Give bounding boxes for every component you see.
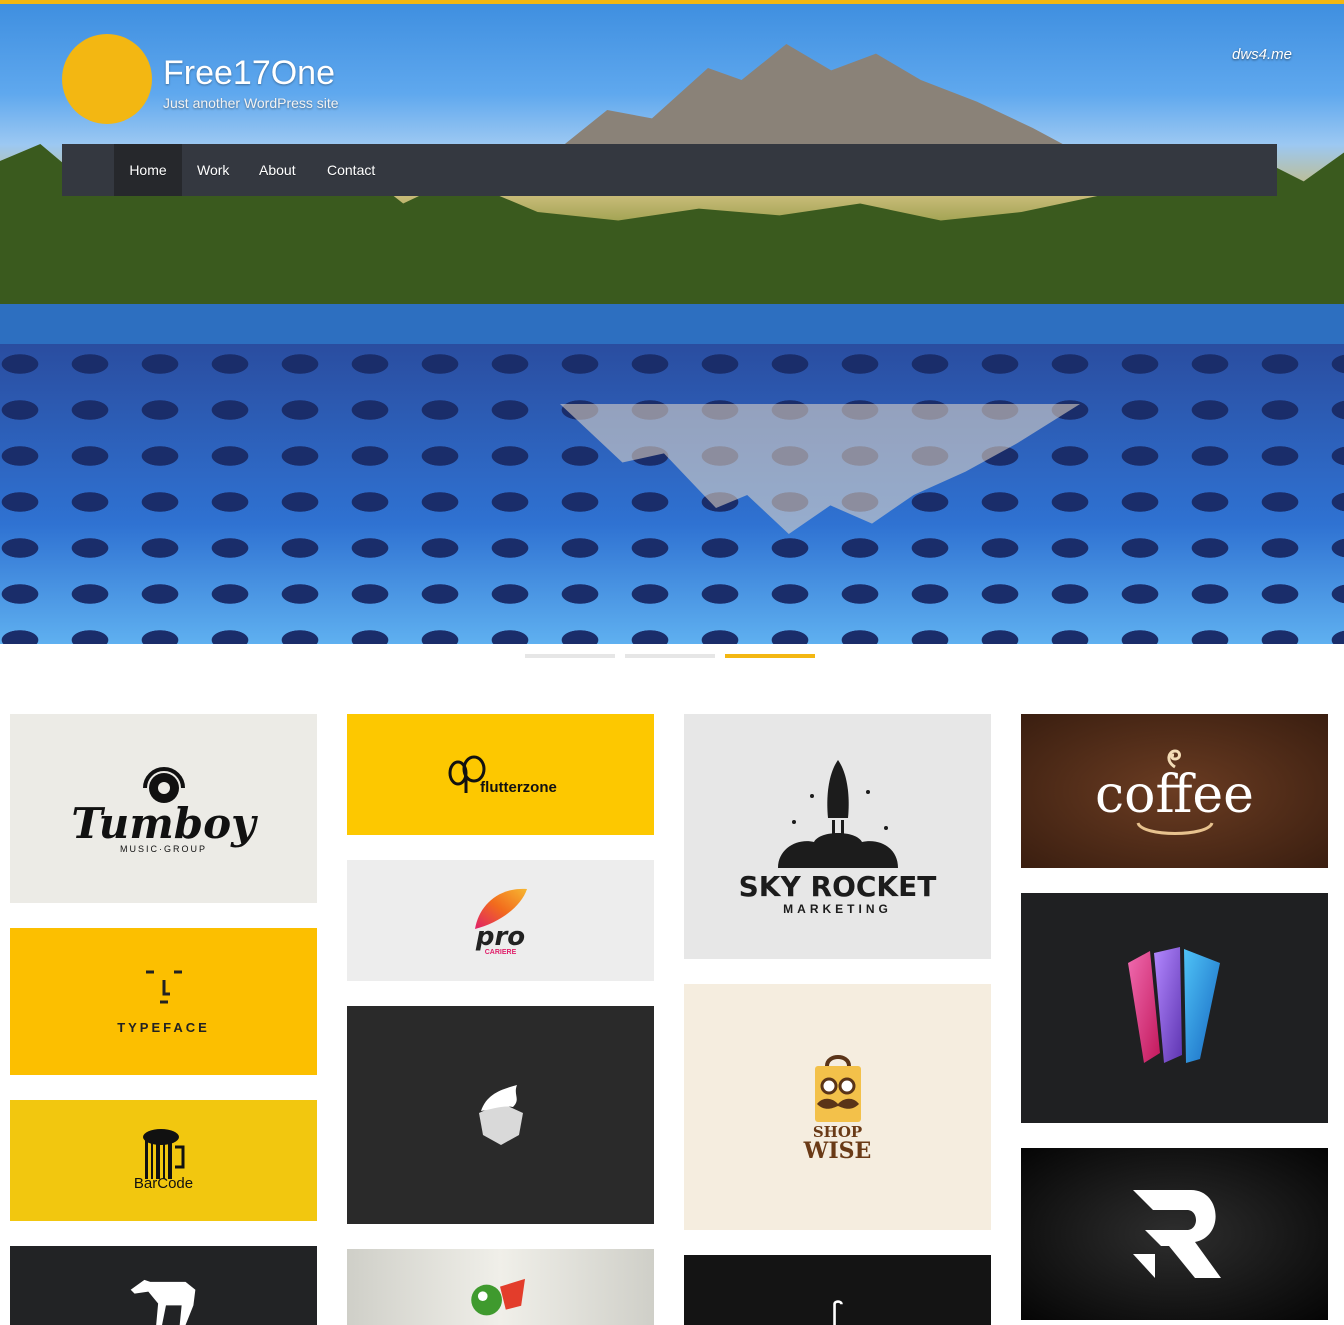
portfolio-item-horse[interactable] (10, 1246, 317, 1325)
portfolio-item-barcode[interactable]: BarCode (10, 1100, 317, 1221)
typeface-label: TYPEFACE (117, 1020, 210, 1035)
rocket-launch-icon (777, 759, 898, 868)
site-logo[interactable] (62, 34, 152, 124)
m-letter-logo-icon (1127, 947, 1220, 1063)
portfolio-item-pro-cariere[interactable]: pro CARIERE (347, 860, 654, 981)
portfolio-item-tumboy[interactable]: Tumboy MUSIC·GROUP (10, 714, 317, 903)
portfolio-item-white-bird[interactable] (347, 1006, 654, 1224)
bird-box-icon (478, 1085, 523, 1145)
river-rocks (0, 344, 1344, 644)
watermark-text: dws4.me (1232, 46, 1293, 63)
site-title[interactable]: Free17One (163, 54, 335, 92)
r-letter-logo-icon (1132, 1190, 1221, 1278)
nav-item-work[interactable]: Work (182, 144, 244, 196)
portfolio-item-chameleon[interactable] (347, 1249, 654, 1325)
portfolio-item-sky-rocket[interactable]: SKY ROCKET MARKETING (684, 714, 991, 959)
portfolio-item-r-logo[interactable] (1021, 1148, 1328, 1320)
pro-subtitle: CARIERE (484, 949, 517, 956)
slider-dot-3[interactable] (725, 654, 815, 658)
tumboy-wordmark: Tumboy (71, 798, 256, 848)
river-water (0, 304, 1344, 344)
nav-item-home[interactable]: Home (114, 144, 182, 196)
horse-logo-icon (130, 1279, 195, 1325)
cane-icon (832, 1300, 843, 1325)
slider-dot-2[interactable] (625, 654, 715, 658)
beer-barcode-icon (142, 1129, 184, 1179)
portfolio-item-typeface[interactable]: TYPEFACE (10, 928, 317, 1075)
typeface-glyph-icon (145, 970, 182, 1004)
chameleon-icon (470, 1278, 525, 1316)
portfolio-item-flutterzone[interactable]: flutterzone (347, 714, 654, 835)
shopping-bag-mustache-icon (814, 1055, 861, 1122)
nav-item-about[interactable]: About (244, 144, 311, 196)
shop-wise-line2: WISE (803, 1138, 872, 1164)
portfolio-item-shop-wise[interactable]: SHOP WISE (684, 984, 991, 1230)
portfolio-item-coffee[interactable]: coffee (1021, 714, 1328, 868)
portfolio-item-dark-logo[interactable] (684, 1255, 991, 1325)
nav-item-contact[interactable]: Contact (312, 144, 390, 196)
flutterzone-label: flutterzone (480, 779, 557, 796)
coffee-cup-icon (1136, 822, 1213, 835)
sky-rocket-wordmark: SKY ROCKET (738, 869, 937, 903)
tumboy-subtitle: MUSIC·GROUP (120, 843, 207, 854)
pro-wordmark: pro (475, 922, 526, 952)
headphones-icon (142, 766, 185, 803)
barcode-label: BarCode (133, 1175, 194, 1192)
main-navigation: Home Work About Contact (62, 144, 1277, 196)
sky-rocket-subtitle: MARKETING (783, 901, 892, 916)
coffee-wordmark: coffee (1095, 765, 1254, 825)
site-tagline: Just another WordPress site (163, 95, 339, 111)
slider-dot-1[interactable] (525, 654, 615, 658)
portfolio-item-m-ribbon[interactable] (1021, 893, 1328, 1123)
